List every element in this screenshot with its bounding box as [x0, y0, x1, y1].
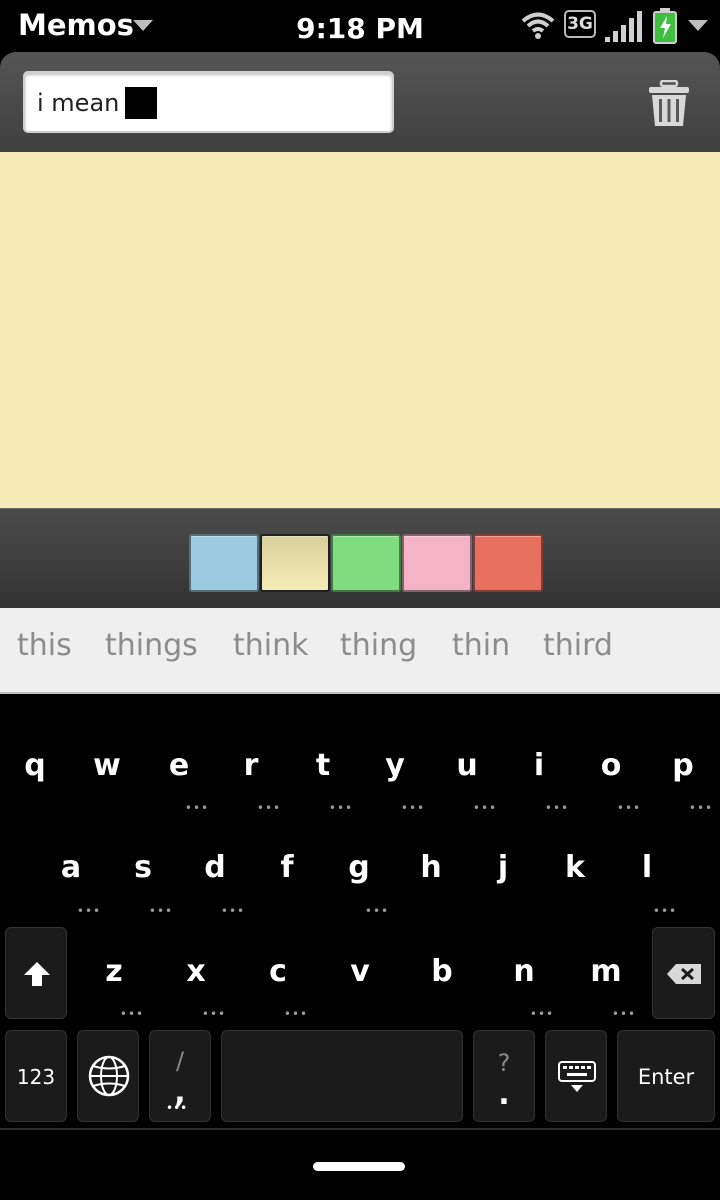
accent-dots: ••• — [256, 801, 282, 815]
accent-dots: ••• — [611, 1007, 637, 1021]
key-v[interactable]: v — [330, 954, 390, 989]
suggestion-item[interactable]: thing — [340, 628, 417, 663]
swatch-blue[interactable] — [189, 534, 259, 592]
key-g[interactable]: g — [329, 850, 389, 885]
accent-dots: ••• — [166, 1101, 188, 1115]
signal-icon — [605, 11, 642, 42]
home-indicator[interactable] — [313, 1162, 405, 1171]
swatch-yellow[interactable] — [260, 534, 330, 592]
key-f[interactable]: f — [257, 850, 317, 885]
memo-title-text: i mean — [37, 89, 120, 117]
network-type-badge: 3G — [564, 10, 596, 38]
accent-dots: ••• — [328, 801, 354, 815]
key-j[interactable]: j — [473, 850, 533, 885]
accent-dots: ••• — [472, 801, 498, 815]
suggestion-item[interactable]: things — [105, 628, 198, 663]
key-q[interactable]: q — [5, 748, 65, 783]
numbers-key-label: 123 — [16, 1065, 56, 1089]
shift-key[interactable] — [5, 927, 67, 1019]
accent-dots: ••• — [364, 904, 390, 918]
accent-dots: ••• — [529, 1007, 555, 1021]
swatch-green[interactable] — [331, 534, 401, 592]
key-m[interactable]: m — [576, 954, 636, 989]
key-l[interactable]: l — [617, 850, 677, 885]
period-label: . — [498, 1077, 510, 1112]
accent-dots: ••• — [119, 1007, 145, 1021]
key-r[interactable]: r — [221, 748, 281, 783]
globe-icon — [88, 1055, 130, 1097]
key-e[interactable]: e — [149, 748, 209, 783]
word-suggestions-bar: this things think thing thin third — [0, 608, 720, 694]
language-key[interactable] — [77, 1030, 139, 1122]
accent-dots: ••• — [652, 904, 678, 918]
accent-dots: ••• — [283, 1007, 309, 1021]
key-d[interactable]: d — [185, 850, 245, 885]
key-k[interactable]: k — [545, 850, 605, 885]
accent-dots: ••• — [148, 904, 174, 918]
key-i[interactable]: i — [509, 748, 569, 783]
wifi-icon — [521, 12, 555, 39]
swatch-pink[interactable] — [402, 534, 472, 592]
suggestion-item[interactable]: this — [17, 628, 72, 663]
accent-dots: ••• — [184, 801, 210, 815]
accent-dots: ••• — [688, 801, 714, 815]
space-key[interactable] — [221, 1030, 463, 1122]
accent-dots: ••• — [544, 801, 570, 815]
key-o[interactable]: o — [581, 748, 641, 783]
memo-header: i mean — [0, 52, 720, 152]
key-u[interactable]: u — [437, 748, 497, 783]
key-a[interactable]: a — [41, 850, 101, 885]
memo-body[interactable] — [0, 152, 720, 508]
key-c[interactable]: c — [248, 954, 308, 989]
accent-dots: ••• — [76, 904, 102, 918]
key-p[interactable]: p — [653, 748, 713, 783]
accent-dots: ••• — [400, 801, 426, 815]
shift-icon — [24, 962, 50, 986]
battery-charging-icon — [653, 8, 677, 44]
backspace-icon — [667, 964, 701, 984]
key-w[interactable]: w — [77, 748, 137, 783]
accent-dots: ••• — [220, 904, 246, 918]
key-x[interactable]: x — [166, 954, 226, 989]
suggestion-item[interactable]: thin — [452, 628, 510, 663]
memo-title-input[interactable]: i mean — [23, 71, 394, 133]
accent-dots: ••• — [201, 1007, 227, 1021]
suggestion-item[interactable]: think — [233, 628, 309, 663]
key-h[interactable]: h — [401, 850, 461, 885]
trash-icon[interactable] — [646, 80, 692, 128]
swatch-red[interactable] — [473, 534, 543, 592]
comma-key[interactable]: / , ••• — [149, 1030, 211, 1122]
color-picker-bar — [0, 508, 720, 608]
question-label: ? — [497, 1049, 511, 1077]
key-z[interactable]: z — [84, 954, 144, 989]
key-y[interactable]: y — [365, 748, 425, 783]
keyboard-hide-icon — [558, 1061, 596, 1092]
chevron-down-icon[interactable] — [688, 20, 708, 31]
suggestion-item[interactable]: third — [543, 628, 613, 663]
backspace-key[interactable] — [652, 927, 715, 1019]
period-key[interactable]: ? . — [473, 1030, 535, 1122]
numbers-key[interactable]: 123 — [5, 1030, 67, 1122]
accent-dots: ••• — [616, 801, 642, 815]
slash-label: / — [175, 1047, 185, 1075]
hide-keyboard-key[interactable] — [545, 1030, 607, 1122]
key-b[interactable]: b — [412, 954, 472, 989]
enter-key-label: Enter — [637, 1065, 695, 1089]
text-cursor — [125, 87, 157, 119]
key-t[interactable]: t — [293, 748, 353, 783]
enter-key[interactable]: Enter — [617, 1030, 715, 1122]
key-s[interactable]: s — [113, 850, 173, 885]
key-n[interactable]: n — [494, 954, 554, 989]
status-bar: Memos 9:18 PM 3G — [0, 0, 720, 52]
